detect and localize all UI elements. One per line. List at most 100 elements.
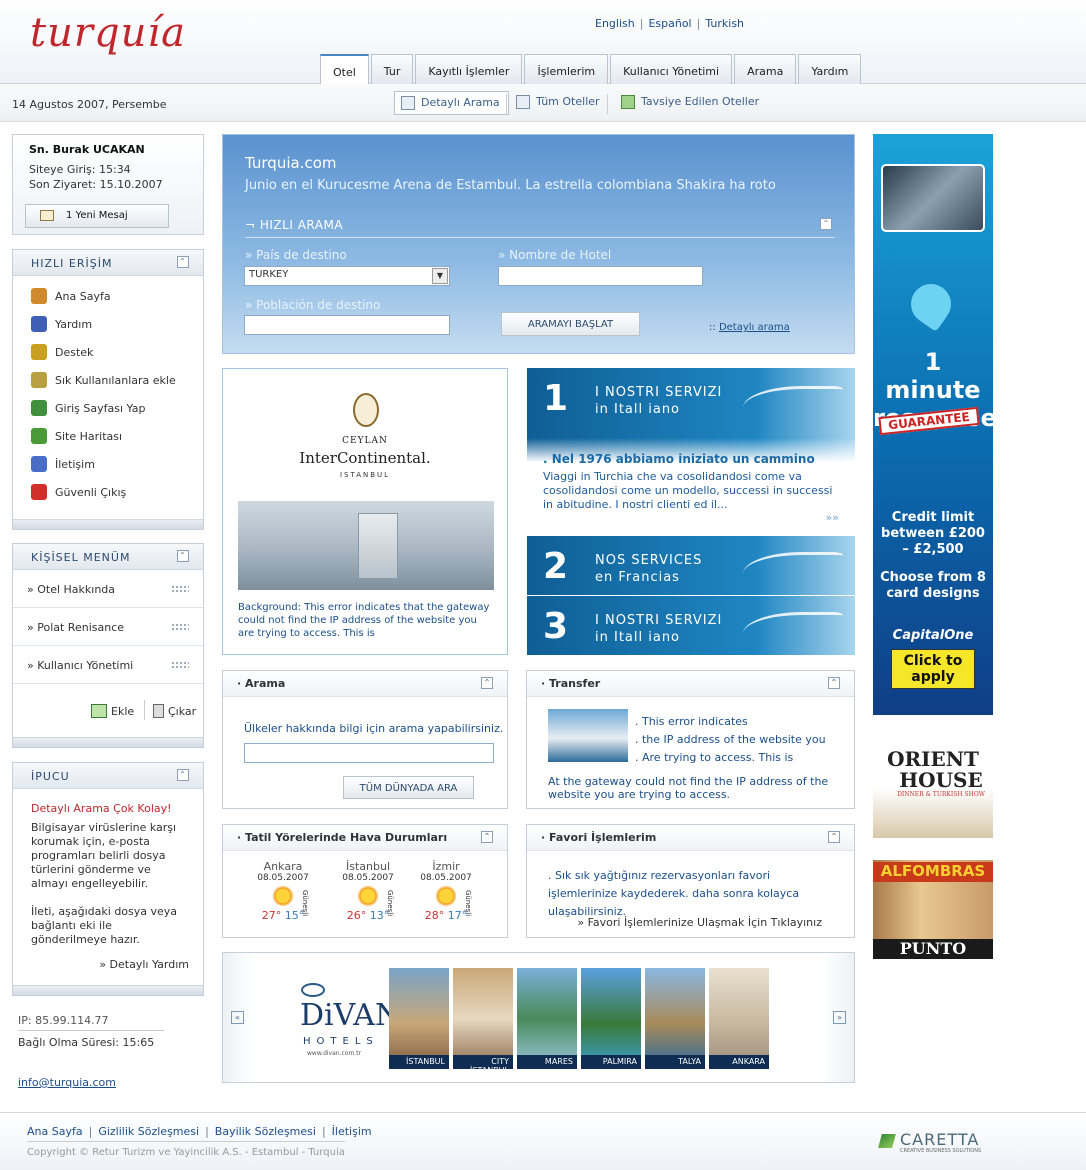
caretta-brand[interactable]: CARETTA <box>900 1130 979 1149</box>
collapse-icon[interactable]: ⌃ <box>820 218 832 230</box>
footer-link-privacy[interactable]: Gizlilik Sözleşmesi <box>98 1125 199 1138</box>
hotel-photo-mares[interactable]: MARES <box>517 968 579 1069</box>
tab-islemlerim[interactable]: İşlemlerim <box>524 54 609 84</box>
login-time: Siteye Giriş: 15:34 <box>29 163 131 176</box>
quick-access-item[interactable]: Güvenli Çıkış <box>13 478 203 506</box>
tip-header: İPUCU ⌃ <box>13 763 203 789</box>
weather-date: 08.05.2007 <box>257 873 309 883</box>
recommended-hotels-button[interactable]: Tavsiye Edilen Oteller <box>615 91 767 115</box>
hotel-photo-ankara[interactable]: ANKARA <box>709 968 771 1069</box>
tip-detail-link[interactable]: » Detaylı Yardım <box>31 958 189 972</box>
personal-menu-panel: KİŞİSEL MENÜM ⌃ » Otel Hakkında » Polat R… <box>12 543 204 748</box>
tab-kayitli-islemler[interactable]: Kayıtlı İşlemler <box>415 54 523 84</box>
hotel-promo[interactable]: CEYLAN InterContinental. ISTANBUL Backgr… <box>222 368 508 655</box>
lang-english[interactable]: English <box>595 17 635 30</box>
capital-one-ad[interactable]: 1 minute response GUARANTEE Credit limit… <box>873 134 997 715</box>
prev-arrow-icon[interactable]: « <box>231 1011 244 1024</box>
lang-espanol[interactable]: Español <box>648 17 691 30</box>
footer-link-dealer[interactable]: Bayilik Sözleşmesi <box>215 1125 316 1138</box>
wave-icon <box>743 552 843 588</box>
all-hotels-button[interactable]: Tüm Oteller <box>510 91 608 115</box>
main-tabs: Otel Tur Kayıtlı İşlemler İşlemlerim Kul… <box>320 54 863 85</box>
tab-tur[interactable]: Tur <box>370 54 414 84</box>
divider <box>607 94 608 114</box>
drag-handle-icon[interactable] <box>171 585 189 593</box>
quick-access-icon <box>31 372 47 388</box>
more-link[interactable]: »» <box>826 511 839 524</box>
tip-body: Bilgisayar virüslerine karşı korumak içi… <box>31 821 177 890</box>
menu-item-otel-hakkinda[interactable]: » Otel Hakkında <box>13 570 203 608</box>
collapse-icon[interactable]: ⌃ <box>828 677 840 689</box>
collapse-icon[interactable]: ⌃ <box>177 769 189 781</box>
hotel-name-input[interactable] <box>498 266 703 286</box>
menu-item-kullanici-yonetimi[interactable]: » Kullanıcı Yönetimi <box>13 646 203 684</box>
country-select[interactable]: TURKEY ▼ <box>244 266 450 286</box>
add-button[interactable]: Ekle <box>91 704 134 718</box>
collapse-icon[interactable]: ⌃ <box>177 256 189 268</box>
quick-access-icon <box>31 456 47 472</box>
favorites-link[interactable]: » Favori İşlemlerinize Ulaşmak İçin Tıkl… <box>577 916 822 929</box>
orient-house-ad[interactable]: ORIENT HOUSE DINNER & TURKISH SHOW <box>873 739 993 838</box>
service-banner-1[interactable]: 1 I NOSTRI SERVIZI in Itall iano . Nel 19… <box>527 368 855 535</box>
divider <box>506 94 507 114</box>
transfer-footer: At the gateway could not find the IP add… <box>548 775 829 801</box>
world-search-input[interactable] <box>244 743 494 763</box>
start-search-button[interactable]: ARAMAYI BAŞLAT <box>501 312 640 336</box>
hotel-photo-talya[interactable]: TALYA <box>645 968 707 1069</box>
menu-item-label: » Polat Renisance <box>27 621 125 634</box>
all-hotels-label: Tüm Oteller <box>536 95 600 108</box>
world-search-button[interactable]: TÜM DÜNYADA ARA <box>343 776 474 799</box>
drag-handle-icon[interactable] <box>171 623 189 631</box>
hotel-photo-city-istanbul[interactable]: CITY İSTANBUL <box>453 968 515 1075</box>
temp-high: 27° <box>261 909 282 922</box>
wave-icon <box>743 612 843 648</box>
detailed-search-button[interactable]: Detaylı Arama <box>394 91 509 115</box>
tab-yardim[interactable]: Yardım <box>798 54 862 84</box>
chevron-down-icon[interactable]: ▼ <box>432 268 448 284</box>
hotel-name-label: » Nombre de Hotel <box>498 248 612 262</box>
new-messages-button[interactable]: 1 Yeni Mesaj <box>25 204 169 228</box>
hotel-building <box>358 513 398 579</box>
quick-access-item[interactable]: Site Haritası <box>13 422 203 450</box>
quick-access-item[interactable]: Sık Kullanılanlara ekle <box>13 366 203 394</box>
email-link[interactable]: info@turquia.com <box>18 1076 116 1089</box>
collapse-icon[interactable]: ⌃ <box>481 677 493 689</box>
tab-arama[interactable]: Arama <box>734 54 797 84</box>
collapse-icon[interactable]: ⌃ <box>828 831 840 843</box>
next-arrow-icon[interactable]: » <box>833 1011 846 1024</box>
quick-access-header: HIZLI ERİŞİM ⌃ <box>13 250 203 276</box>
menu-item-polat-renisance[interactable]: » Polat Renisance <box>13 608 203 646</box>
tab-otel[interactable]: Otel <box>320 54 369 85</box>
weather-ankara: Ankara 08.05.2007 Güneşli 27° 15° <box>253 860 313 922</box>
search-tagline: Junio en el Kurucesme Arena de Estambul.… <box>245 178 776 193</box>
alfombras-ad[interactable]: ALFOMBRAS PUNTO <box>873 860 993 959</box>
remove-button[interactable]: Çıkar <box>153 704 196 718</box>
quick-access-item[interactable]: Ana Sayfa <box>13 282 203 310</box>
tab-kullanici-yonetimi[interactable]: Kullanıcı Yönetimi <box>610 54 733 84</box>
collapse-icon[interactable]: ⌃ <box>481 831 493 843</box>
collapse-icon[interactable]: ⌃ <box>177 550 189 562</box>
hotel-photo-istanbul[interactable]: İSTANBUL <box>389 968 451 1069</box>
quick-access-item[interactable]: Destek <box>13 338 203 366</box>
footer-link-contact[interactable]: İletişim <box>332 1125 372 1138</box>
city-input[interactable] <box>244 315 450 335</box>
detailed-search-link[interactable]: Detaylı arama <box>719 322 790 333</box>
quick-access-label: Destek <box>55 345 94 359</box>
site-logo[interactable]: turquía <box>30 10 186 56</box>
service-banner-3[interactable]: 3 I NOSTRI SERVIZI in Itall iano <box>527 596 855 655</box>
alfombras-bottom: PUNTO <box>873 939 993 959</box>
service-banner-2[interactable]: 2 NOS SERVICES en Francias <box>527 536 855 595</box>
remove-label: Çıkar <box>168 704 197 718</box>
transfer-title: Transfer <box>549 677 601 690</box>
hotel-photo-palmira[interactable]: PALMIRA <box>581 968 643 1069</box>
click-to-apply-button[interactable]: Click to apply <box>891 649 975 689</box>
country-value: TURKEY <box>249 269 289 280</box>
lang-turkish[interactable]: Turkish <box>705 17 744 30</box>
footer-link-home[interactable]: Ana Sayfa <box>27 1125 83 1138</box>
quick-access-icon <box>31 428 47 444</box>
quick-access-item[interactable]: Yardım <box>13 310 203 338</box>
quick-access-item[interactable]: Giriş Sayfası Yap <box>13 394 203 422</box>
quick-access-item[interactable]: İletişim <box>13 450 203 478</box>
transfer-line: . This error indicates <box>635 715 748 728</box>
drag-handle-icon[interactable] <box>171 661 189 669</box>
